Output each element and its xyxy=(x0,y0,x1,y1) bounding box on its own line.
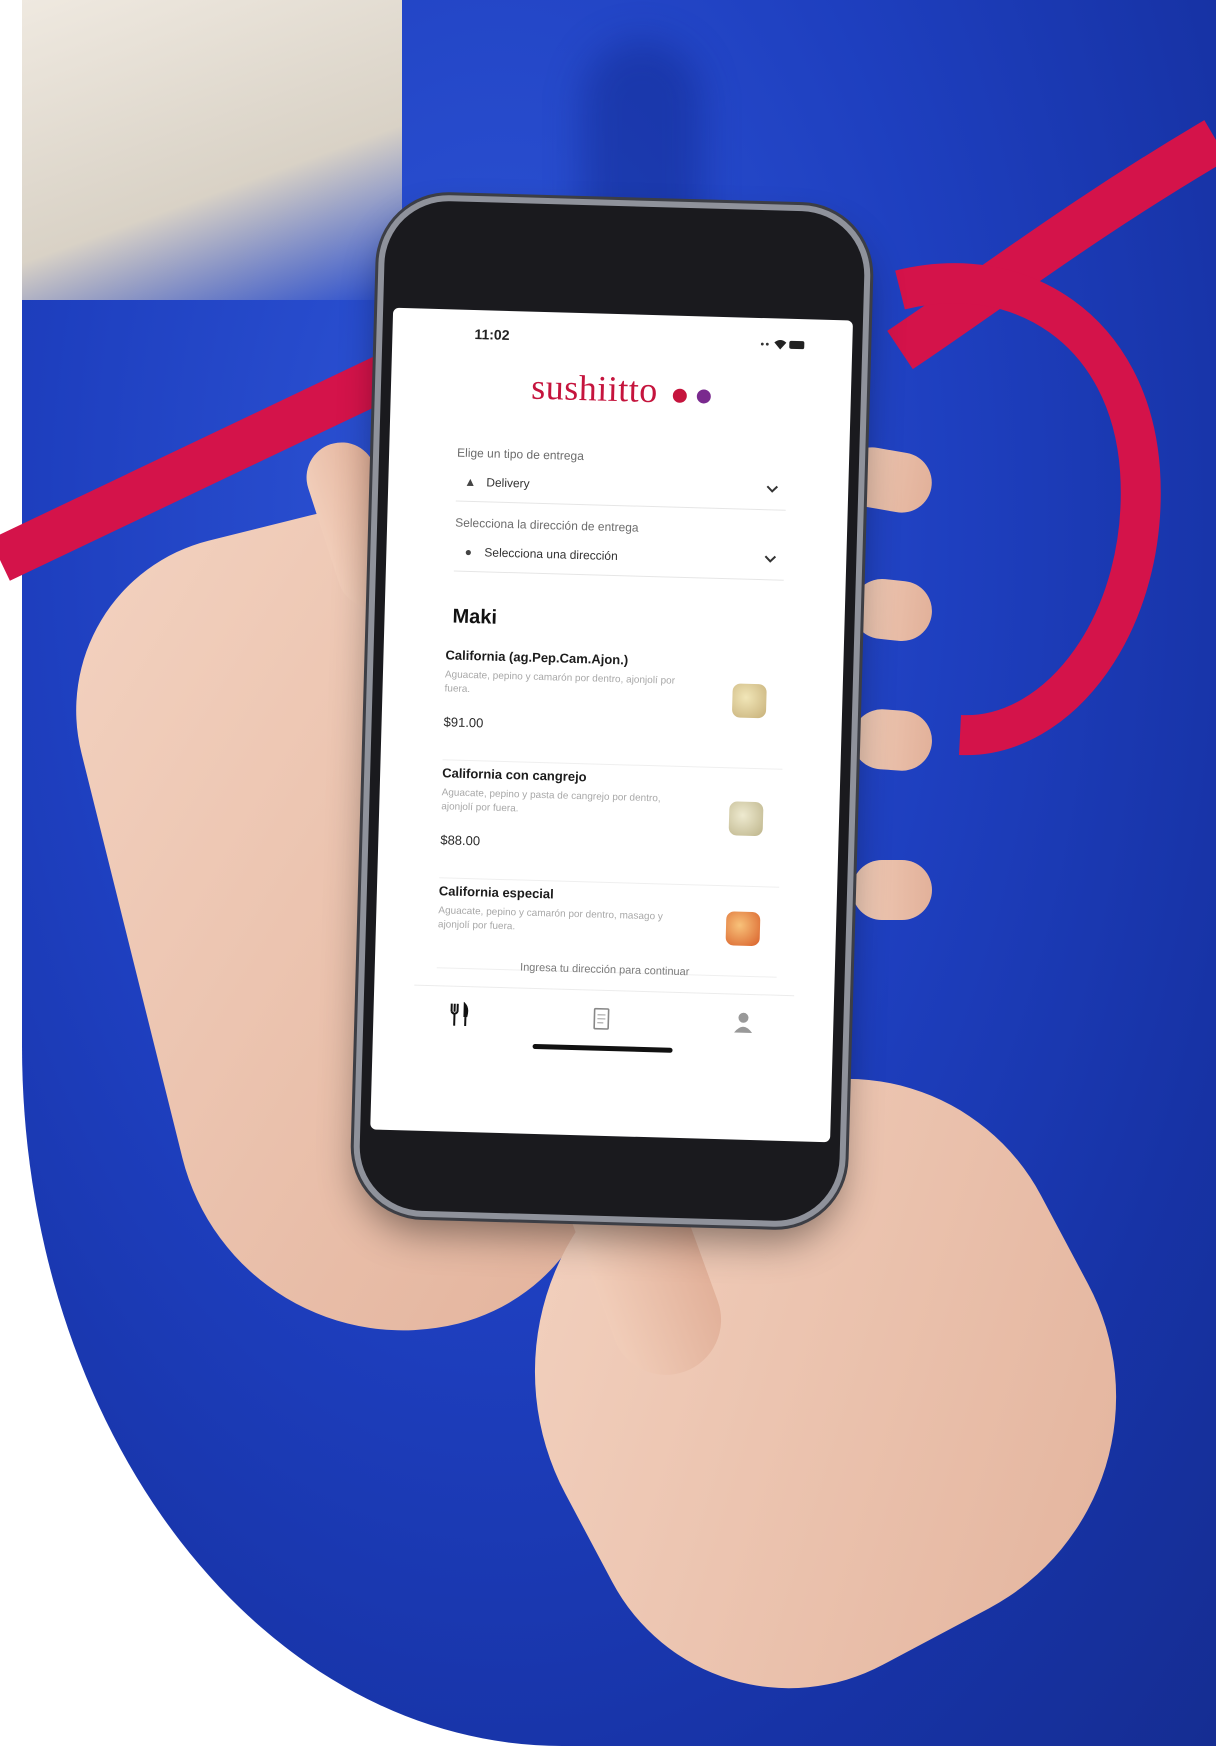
item-title: California especial xyxy=(438,883,554,902)
floor-area xyxy=(22,0,402,300)
sushi-thumbnail xyxy=(725,911,761,947)
scooter-icon: ▲ xyxy=(464,474,477,489)
tab-orders[interactable] xyxy=(581,1001,622,1036)
menu-item[interactable]: California (ag.Pep.Cam.Ajon.) Aguacate, … xyxy=(442,647,786,770)
delivery-type-label: Elige un tipo de entrega xyxy=(456,445,585,464)
brand-dots xyxy=(668,388,711,409)
user-icon xyxy=(734,1012,753,1034)
item-price: $88.00 xyxy=(440,832,481,849)
item-description: Aguacate, pepino y pasta de cangrejo por… xyxy=(441,787,661,815)
tab-menu[interactable] xyxy=(439,997,480,1032)
section-title: Maki xyxy=(452,605,498,629)
brand-logo: sushiitto xyxy=(390,362,851,417)
chevron-down-icon xyxy=(766,485,779,493)
chevron-down-icon xyxy=(764,555,777,563)
receipt-icon xyxy=(593,1007,610,1030)
menu-item[interactable]: California con cangrejo Aguacate, pepino… xyxy=(439,765,783,888)
right-finger xyxy=(852,860,932,920)
sushi-thumbnail xyxy=(731,683,767,719)
right-finger xyxy=(849,575,935,645)
fork-knife-icon xyxy=(450,1001,469,1027)
status-time: 11:02 xyxy=(474,326,510,343)
tab-bar xyxy=(373,987,834,1050)
address-select[interactable]: ● Selecciona una dirección xyxy=(453,531,785,581)
app-screen: 11:02 sushiitto Elige un tipo de entrega… xyxy=(370,307,853,1143)
item-price: $91.00 xyxy=(443,714,484,731)
sushi-thumbnail xyxy=(728,801,764,837)
delivery-type-select[interactable]: ▲ Delivery xyxy=(455,461,787,511)
phone-frame: 11:02 sushiitto Elige un tipo de entrega… xyxy=(357,199,867,1223)
item-title: California (ag.Pep.Cam.Ajon.) xyxy=(445,647,629,668)
location-pin-icon: ● xyxy=(464,544,473,559)
status-bar: 11:02 xyxy=(392,324,853,363)
item-description: Aguacate, pepino y camarón por dentro, a… xyxy=(444,669,676,696)
brand-dot-red xyxy=(672,388,688,404)
right-finger xyxy=(850,707,934,773)
item-description: Aguacate, pepino y camarón por dentro, m… xyxy=(437,905,664,933)
brand-dot-purple xyxy=(696,389,711,404)
wifi-battery-icon xyxy=(760,340,805,350)
brand-name: sushiitto xyxy=(530,366,659,411)
delivery-type-value: Delivery xyxy=(486,474,530,491)
tab-profile[interactable] xyxy=(723,1005,764,1040)
item-title: California con cangrejo xyxy=(441,765,587,785)
address-value: Selecciona una dirección xyxy=(484,544,618,563)
